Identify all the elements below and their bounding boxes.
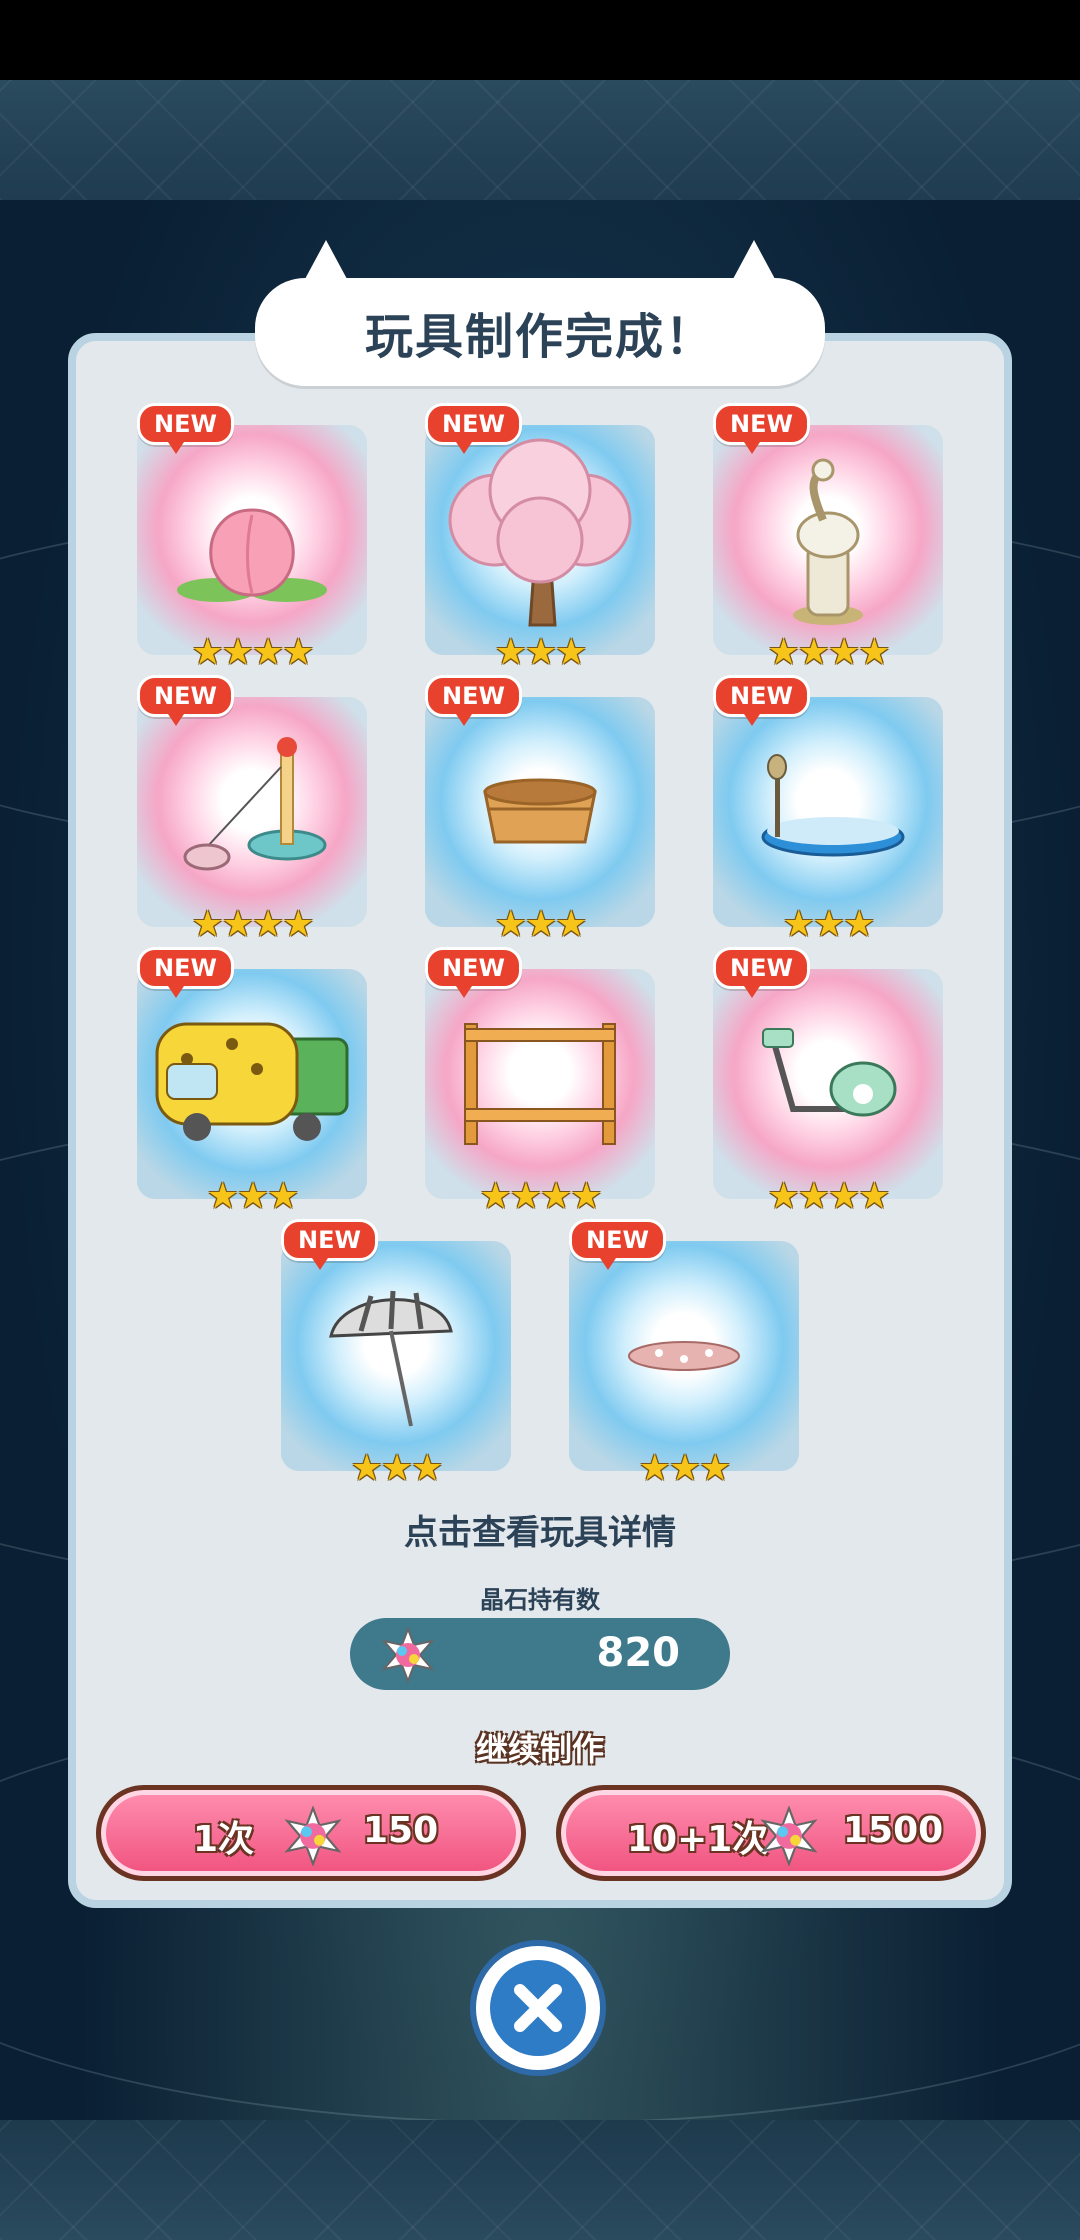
microphone-stage-icon [761, 754, 905, 857]
toy-slot-2[interactable]: NEW ★★★ [425, 403, 655, 673]
button-label: 10+1次 [627, 1819, 769, 1860]
rarity-stars: ★★★★ [479, 1176, 602, 1217]
new-badge: NEW [569, 1219, 666, 1270]
new-badge: NEW [425, 947, 522, 998]
cherry-tree-icon [448, 438, 632, 627]
leopard-bus-icon [155, 1022, 349, 1141]
new-badge: NEW [425, 403, 522, 454]
goose-statue-icon [793, 458, 863, 625]
rarity-stars: ★★★★ [191, 904, 314, 945]
rarity-stars: ★★★ [206, 1176, 300, 1217]
status-bar [0, 0, 1080, 80]
rarity-stars: ★★★ [782, 904, 876, 945]
rarity-stars: ★★★★ [191, 632, 314, 673]
new-badge: NEW [137, 947, 234, 998]
rarity-stars: ★★★ [638, 1448, 732, 1489]
toy-slot-6[interactable]: NEW ★★★ [713, 675, 943, 945]
toy-slot-10[interactable]: NEW ★★★ [281, 1219, 511, 1489]
peach-icon [177, 508, 327, 602]
rarity-stars: ★★★★ [767, 1176, 890, 1217]
petal-mat-icon [628, 1341, 740, 1371]
new-badge: NEW [137, 403, 234, 454]
rarity-stars: ★★★ [494, 632, 588, 673]
cat-teaser-pole-icon [183, 737, 327, 871]
rainbow-crystal-icon [381, 1627, 435, 1683]
page-title: 玩具制作完成！ [364, 309, 715, 365]
rarity-stars: ★★★ [350, 1448, 444, 1489]
toy-slot-7[interactable]: NEW ★★★ [137, 947, 367, 1217]
toy-slot-5[interactable]: NEW ★★★ [425, 675, 655, 945]
new-badge: NEW [713, 675, 810, 726]
new-badge: NEW [713, 403, 810, 454]
new-badge: NEW [713, 947, 810, 998]
rarity-stars: ★★★ [494, 904, 588, 945]
new-badge: NEW [425, 675, 522, 726]
new-badge: NEW [281, 1219, 378, 1270]
top-band [0, 80, 1080, 200]
rainbow-crystal-icon [760, 1806, 818, 1866]
view-details-hint: 点击查看玩具详情 [404, 1513, 676, 1553]
rainbow-crystal-icon [284, 1806, 342, 1866]
button-cost: 150 [363, 1810, 439, 1851]
new-badge: NEW [137, 675, 234, 726]
button-cost: 1500 [843, 1810, 944, 1851]
toy-slot-8[interactable]: NEW ★★★★ [425, 947, 655, 1217]
rarity-stars: ★★★★ [767, 632, 890, 673]
exercise-bike-icon [762, 1028, 897, 1117]
toy-slot-3[interactable]: NEW ★★★★ [713, 403, 943, 673]
continue-crafting-label: 继续制作 [475, 1730, 604, 1768]
parasol-icon [329, 1290, 453, 1427]
toy-slot-11[interactable]: NEW ★★★ [569, 1219, 799, 1489]
bottom-band [0, 2120, 1080, 2240]
gem-count-label: 晶石持有数 [480, 1586, 600, 1614]
title-tab: 玩具制作完成！ [255, 278, 825, 386]
toy-slot-9[interactable]: NEW ★★★★ [713, 947, 943, 1217]
close-icon [514, 1984, 562, 2032]
button-label: 1次 [193, 1819, 255, 1860]
gem-balance: 820 [350, 1618, 730, 1690]
gem-count-value: 820 [596, 1630, 681, 1676]
craft-once-button[interactable]: 1次 150 [96, 1785, 526, 1881]
craft-ten-plus-one-button[interactable]: 10+1次 1500 [556, 1785, 986, 1881]
wooden-tub-icon [483, 778, 597, 844]
toy-slot-4[interactable]: NEW ★★★★ [137, 675, 367, 945]
wooden-shelf-icon [464, 1023, 616, 1145]
toy-slot-1[interactable]: NEW ★★★★ [137, 403, 367, 673]
close-button[interactable] [470, 1940, 606, 2076]
